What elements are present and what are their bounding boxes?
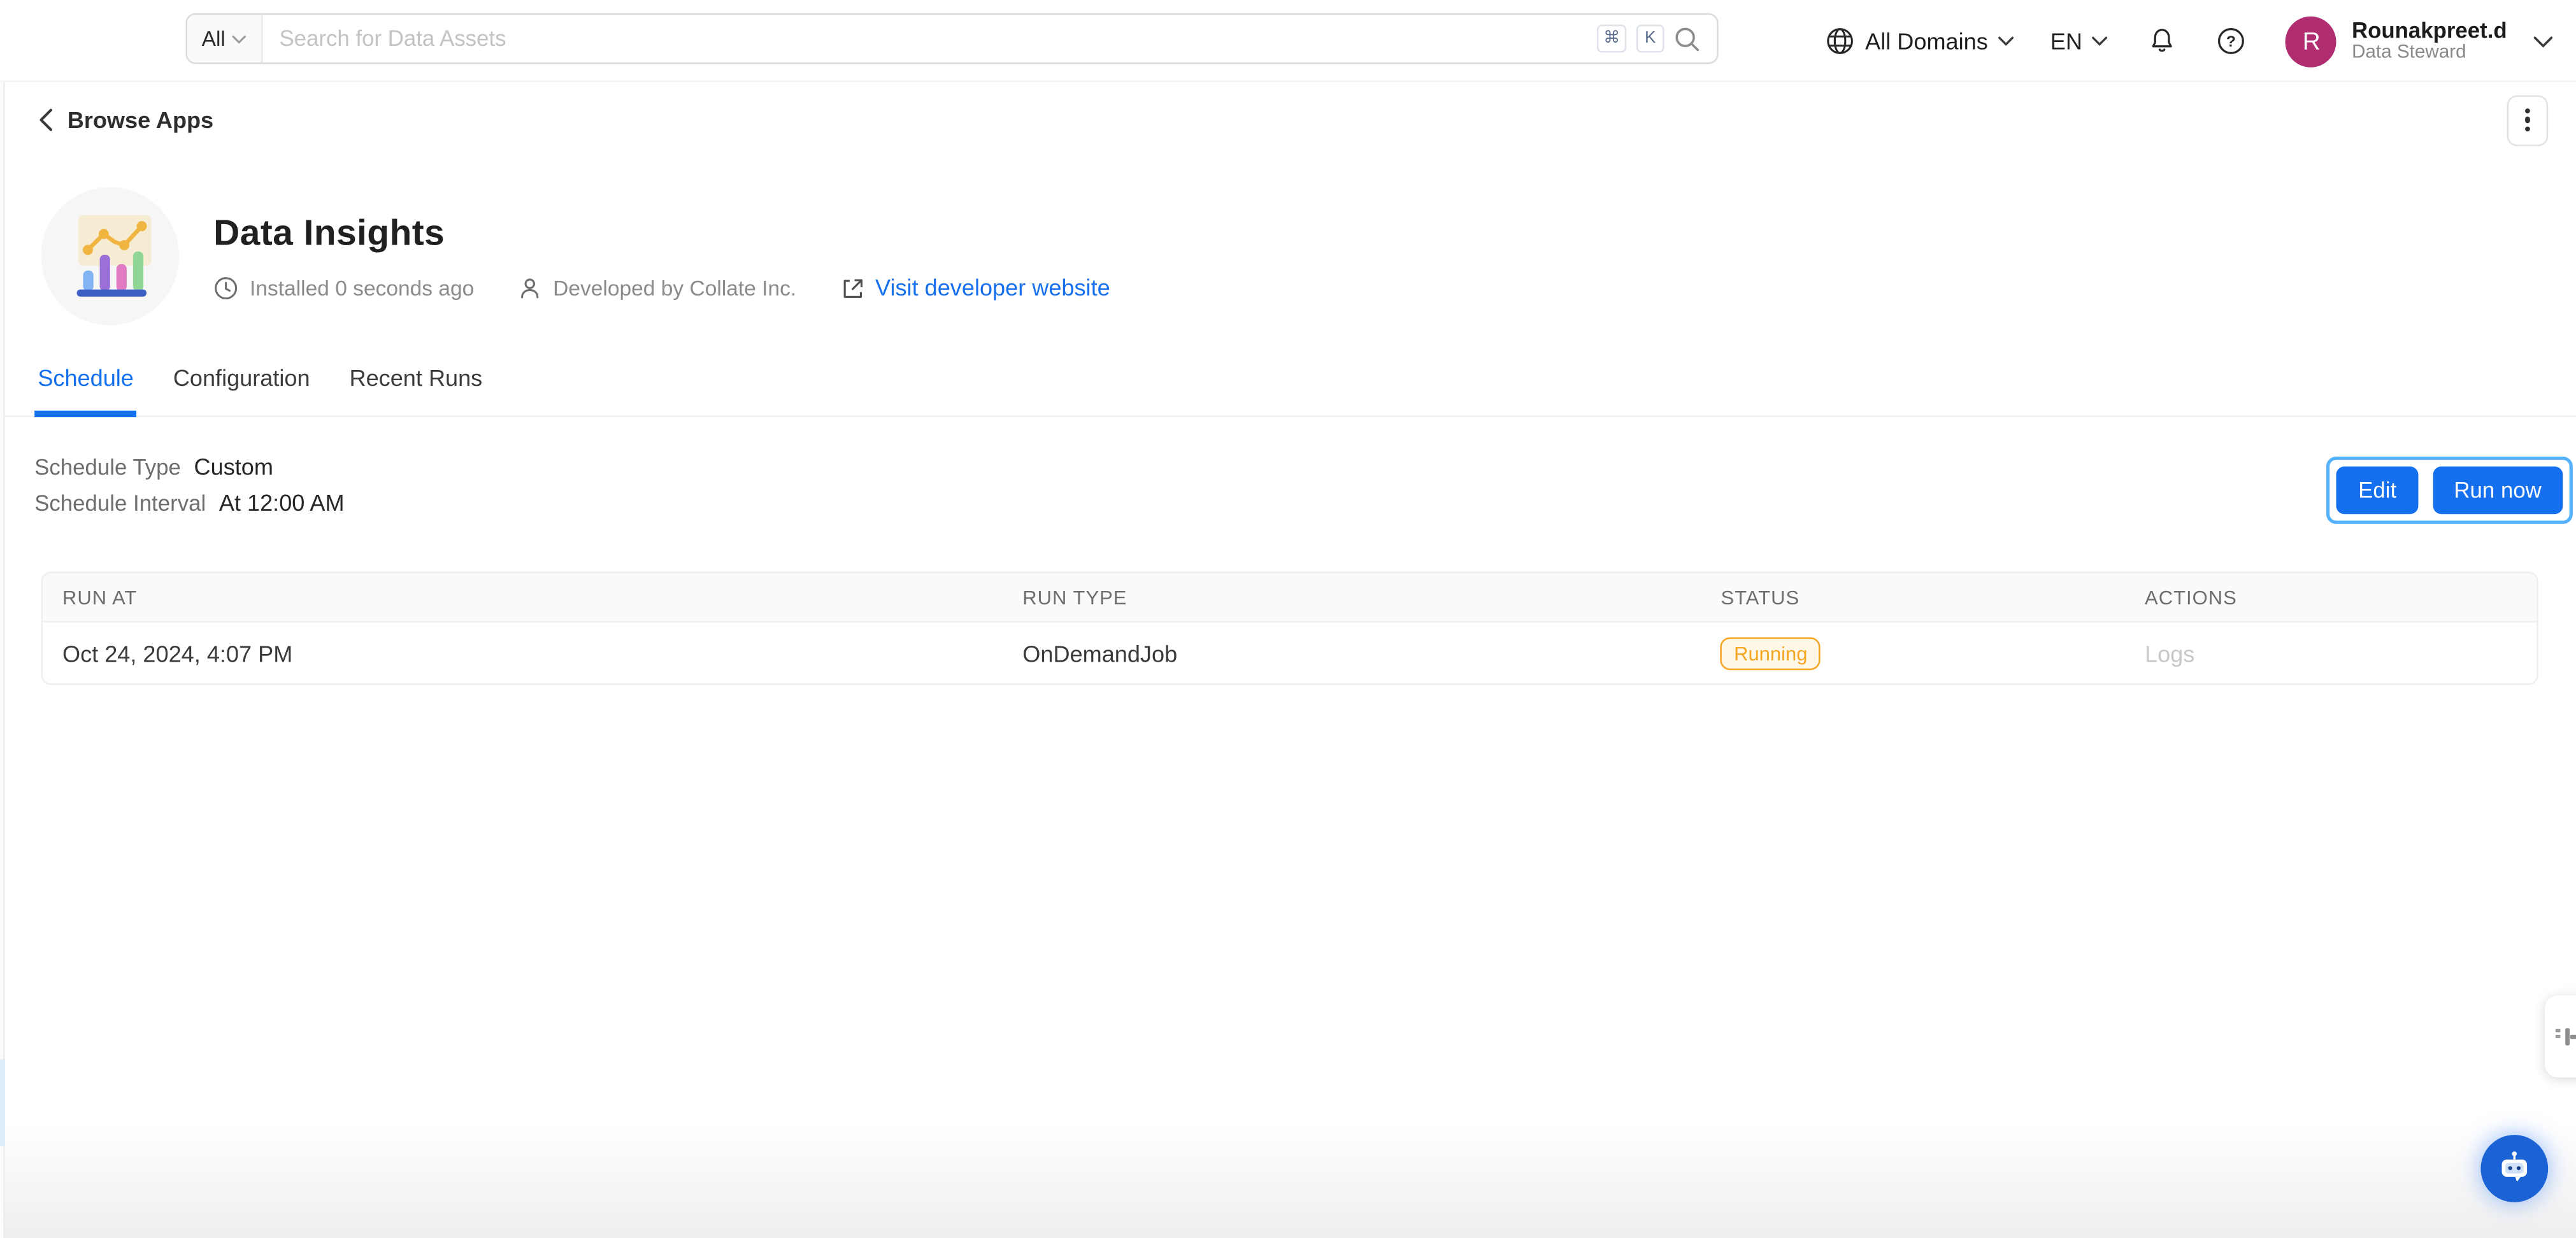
robot-icon [2496, 1149, 2533, 1187]
language-dropdown[interactable]: EN [2050, 28, 2108, 54]
back-to-browse-apps[interactable]: Browse Apps [39, 107, 213, 133]
tab-configuration[interactable]: Configuration [170, 365, 313, 418]
recent-runs-table: RUN AT RUN TYPE STATUS ACTIONS Oct 24, 2… [41, 572, 2538, 685]
edge-widget-icon [2555, 1021, 2576, 1051]
chevron-down-icon [232, 34, 247, 43]
column-actions: ACTIONS [2125, 585, 2537, 608]
chevron-down-icon [2533, 35, 2553, 46]
global-search-bar[interactable]: All ⌘ K [185, 13, 1718, 64]
chart-illustration-icon [62, 212, 158, 301]
schedule-actions-group: Edit Run now [2327, 457, 2573, 524]
installed-text: Installed 0 seconds ago [250, 275, 474, 300]
tab-schedule[interactable]: Schedule [34, 365, 137, 418]
breadcrumb: Browse Apps [68, 107, 213, 133]
run-now-button[interactable]: Run now [2433, 466, 2563, 514]
domains-dropdown[interactable]: All Domains [1826, 26, 2014, 55]
chat-bot-button[interactable] [2480, 1135, 2548, 1202]
column-run-at: RUN AT [43, 585, 1003, 608]
run-type-cell: OnDemandJob [1003, 640, 1701, 666]
table-header-row: RUN AT RUN TYPE STATUS ACTIONS [43, 573, 2537, 622]
avatar: R [2286, 16, 2337, 67]
app-header: Data Insights Installed 0 seconds ago De… [0, 187, 2576, 325]
tab-bar: Schedule Configuration Recent Runs [0, 365, 2576, 418]
left-rail-highlight [0, 1060, 5, 1147]
schedule-section: Schedule Type Custom Schedule Interval A… [0, 453, 2576, 525]
chevron-left-icon [39, 108, 53, 131]
user-role: Data Steward [2352, 43, 2507, 64]
notifications-button[interactable] [2148, 26, 2177, 55]
schedule-interval-value: At 12:00 AM [219, 490, 345, 516]
left-edge-rail [0, 82, 5, 1238]
clock-icon [213, 275, 238, 300]
logs-link[interactable]: Logs [2145, 640, 2194, 666]
installed-info: Installed 0 seconds ago [213, 275, 474, 300]
top-navigation-bar: All ⌘ K All Domains EN [0, 0, 2576, 82]
app-window: All ⌘ K All Domains EN [0, 0, 2576, 1238]
page-title: Data Insights [213, 212, 1110, 255]
search-filter-dropdown[interactable]: All [187, 15, 263, 62]
search-input[interactable] [263, 15, 1597, 62]
column-run-type: RUN TYPE [1003, 585, 1701, 608]
status-badge: Running [1721, 636, 1821, 669]
schedule-type-value: Custom [194, 453, 273, 480]
globe-icon [1826, 26, 1855, 55]
chevron-down-icon [2092, 36, 2108, 46]
developer-website-link[interactable]: Visit developer website [839, 274, 1110, 301]
edge-widget-button[interactable] [2545, 995, 2576, 1078]
person-icon [517, 275, 541, 300]
domains-label: All Domains [1865, 28, 1988, 54]
schedule-interval-label: Schedule Interval [34, 491, 206, 516]
bell-icon [2148, 26, 2177, 55]
bottom-gradient [0, 1123, 2576, 1238]
language-label: EN [2050, 28, 2082, 54]
user-menu[interactable]: R Rounakpreet.d Data Steward [2286, 16, 2553, 67]
external-link-icon [839, 275, 864, 300]
schedule-type-label: Schedule Type [34, 455, 181, 480]
tab-recent-runs[interactable]: Recent Runs [346, 365, 485, 418]
developer-info: Developed by Collate Inc. [517, 275, 796, 300]
run-at-cell: Oct 24, 2024, 4:07 PM [43, 640, 1003, 666]
column-status: STATUS [1701, 585, 2126, 608]
more-options-button[interactable] [2507, 94, 2548, 145]
chevron-down-icon [1998, 36, 2014, 46]
user-name: Rounakpreet.d [2352, 17, 2507, 43]
search-filter-label: All [202, 26, 225, 51]
developer-website-label: Visit developer website [875, 274, 1110, 301]
help-button[interactable]: ? [2217, 26, 2246, 55]
k-key-hint: K [1636, 25, 1664, 53]
search-icon[interactable] [1674, 25, 1700, 52]
edit-button[interactable]: Edit [2337, 466, 2418, 514]
cmd-key-hint: ⌘ [1597, 25, 1626, 53]
table-row: Oct 24, 2024, 4:07 PM OnDemandJob Runnin… [43, 622, 2537, 683]
page-subheader: Browse Apps [0, 82, 2576, 158]
help-icon: ? [2217, 26, 2246, 55]
svg-text:?: ? [2227, 33, 2236, 50]
app-logo [41, 187, 179, 325]
developer-text: Developed by Collate Inc. [553, 275, 796, 300]
topbar-right-cluster: All Domains EN ? R Rounakpreet.d Data St… [1826, 0, 2553, 82]
